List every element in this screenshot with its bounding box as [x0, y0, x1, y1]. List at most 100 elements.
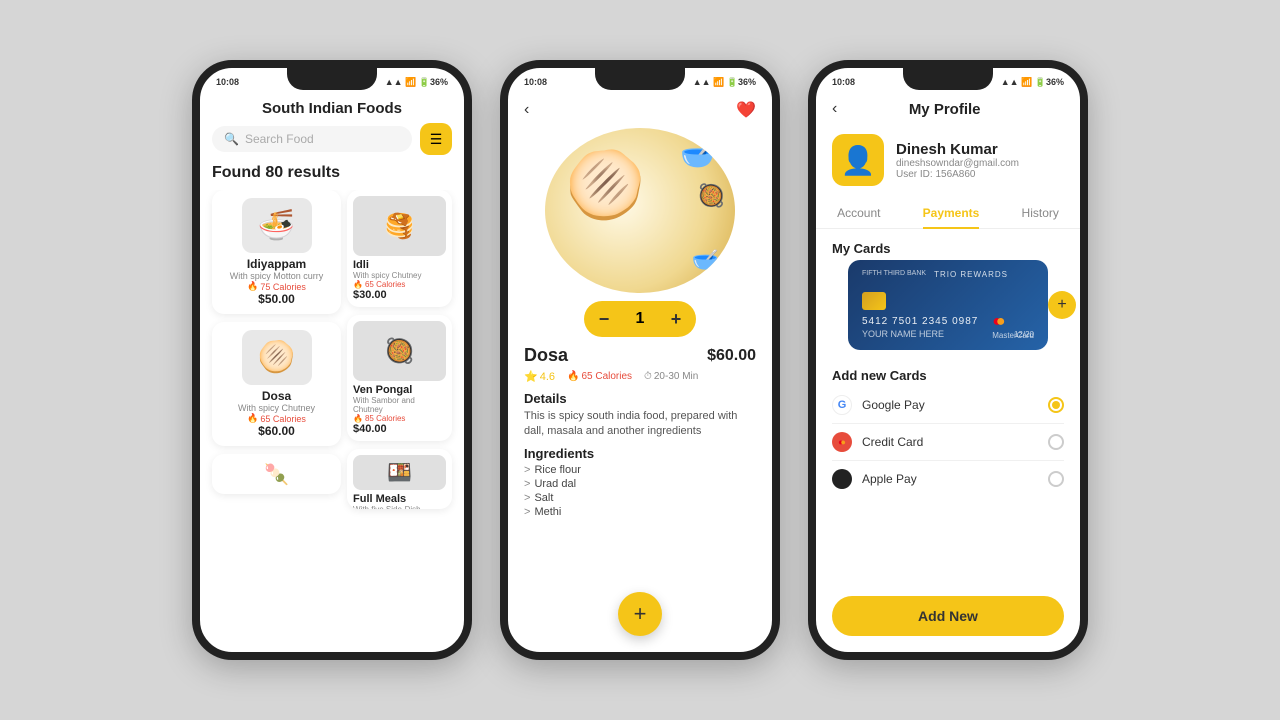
credit-card-radio[interactable] [1048, 434, 1064, 450]
tab-payments[interactable]: Payments [923, 198, 980, 228]
quantity-control: − 1 + [508, 301, 772, 337]
food-card-extra[interactable]: 🍡 [212, 454, 341, 494]
ingredients-list: Rice flour Urad dal Salt Methi [508, 464, 772, 518]
food-detail-image: 🫓 🥣 🥣 🥘 [545, 128, 735, 293]
food-sub-dosa: With spicy Chutney [238, 403, 315, 413]
user-info: Dinesh Kumar dineshsowndar@gmail.com Use… [896, 141, 1019, 180]
apple-pay-label: Apple Pay [862, 472, 1038, 486]
add-to-cart-fab[interactable]: + [618, 592, 662, 636]
phone2-content: ‹ ❤️ 🫓 🥣 🥣 🥘 − 1 + Dosa $60.00 ⭐ 4 [508, 92, 772, 652]
food-list-left: 🍜 Idiyappam With spicy Motton curry 🔥 75… [212, 190, 347, 620]
food-card-idiyappam[interactable]: 🍜 Idiyappam With spicy Motton curry 🔥 75… [212, 190, 341, 314]
card-badge-text: TRIO REWARDS [934, 270, 1008, 279]
phone3-content: ‹ My Profile 👤 Dinesh Kumar dineshsownda… [816, 92, 1080, 652]
card-chip-area [862, 292, 1034, 310]
filter-button[interactable]: ☰ [420, 123, 452, 155]
food-sub-meals: With five Side-Dish [353, 505, 446, 509]
phone1-content: South Indian Foods 🔍 Search Food ☰ Found… [200, 92, 464, 652]
phone-1: 10:08 ▲▲ 📶 🔋36% South Indian Foods 🔍 Sea… [192, 60, 472, 660]
favorite-button[interactable]: ❤️ [736, 100, 756, 120]
food-name-price-row: Dosa $60.00 [508, 345, 772, 366]
food-price-pongal: $40.00 [353, 423, 446, 435]
food-calories: 🔥 65 Calories [567, 371, 632, 382]
google-pay-label: Google Pay [862, 398, 1038, 412]
food-name-dosa: Dosa [262, 389, 291, 403]
food-price-idiyappam: $50.00 [258, 292, 295, 306]
ingredient-item-2: Urad dal [524, 478, 756, 490]
add-cards-title: Add new Cards [816, 360, 1080, 387]
chip-icon [862, 292, 886, 310]
ingredient-item-4: Methi [524, 506, 756, 518]
card-network-logo: ●● MasterCard [992, 313, 1034, 340]
google-pay-radio[interactable] [1048, 397, 1064, 413]
payment-item-apple[interactable]: Apple Pay [832, 461, 1064, 497]
filter-icon: ☰ [430, 131, 443, 148]
status-signal-3: ▲▲ 📶 🔋36% [1001, 77, 1064, 88]
status-time-2: 10:08 [524, 77, 547, 87]
notch-3 [903, 68, 993, 90]
ingredient-item-1: Rice flour [524, 464, 756, 476]
food-time: ⏱ 20-30 Min [644, 371, 698, 382]
card-wrapper: FIFTH THIRD BANK TRIO REWARDS 5412 7501 … [832, 260, 1064, 350]
food-details-text: This is spicy south india food, prepared… [508, 409, 772, 440]
food-sub-idiyappam: With spicy Motton curry [230, 271, 324, 281]
payment-item-credit[interactable]: ●● Credit Card [832, 424, 1064, 461]
notch-1 [287, 68, 377, 90]
user-avatar: 👤 [832, 134, 884, 186]
payment-item-google[interactable]: G Google Pay [832, 387, 1064, 424]
qty-plus-button[interactable]: + [660, 303, 692, 335]
status-signal-2: ▲▲ 📶 🔋36% [693, 77, 756, 88]
my-cards-title: My Cards [816, 233, 1080, 260]
ingredients-section-title: Ingredients [508, 446, 772, 461]
search-bar: 🔍 Search Food ☰ [200, 123, 464, 155]
details-section-title: Details [508, 391, 772, 406]
qty-minus-button[interactable]: − [588, 303, 620, 335]
add-new-button[interactable]: Add New [832, 596, 1064, 636]
food-price-dosa: $60.00 [258, 424, 295, 438]
tab-history[interactable]: History [1022, 198, 1059, 228]
card-holder-name: YOUR NAME HERE [862, 329, 944, 339]
phone-3: 10:08 ▲▲ 📶 🔋36% ‹ My Profile 👤 Dinesh Ku… [808, 60, 1088, 660]
add-card-button[interactable]: + [1048, 291, 1076, 319]
food-meta-row: ⭐ 4.6 🔥 65 Calories ⏱ 20-30 Min [508, 370, 772, 383]
search-input-box[interactable]: 🔍 Search Food [212, 126, 412, 152]
food-sub-pongal: With Sambor and Chutney [353, 396, 446, 414]
qty-display: 1 [620, 310, 660, 328]
food-image-idli: 🥞 [353, 196, 446, 256]
food-card-idli[interactable]: 🥞 Idli With spicy Chutney 🔥 65 Calories … [347, 190, 452, 307]
phone3-header: ‹ My Profile [816, 92, 1080, 126]
back-button[interactable]: ‹ [524, 101, 529, 119]
card-bottom: YOUR NAME HERE 12/20 ●● MasterCard [862, 329, 1034, 339]
food-card-dosa[interactable]: 🫓 Dosa With spicy Chutney 🔥 65 Calories … [212, 322, 341, 446]
food-name-idli: Idli [353, 259, 446, 271]
food-image-dosa: 🫓 [242, 330, 312, 385]
tab-account[interactable]: Account [837, 198, 880, 228]
apple-pay-icon [832, 469, 852, 489]
food-detail-price: $60.00 [707, 347, 756, 365]
user-name: Dinesh Kumar [896, 141, 1019, 158]
credit-card-display: FIFTH THIRD BANK TRIO REWARDS 5412 7501 … [848, 260, 1048, 350]
food-list-body: 🍜 Idiyappam With spicy Motton curry 🔥 75… [200, 190, 464, 620]
apple-pay-radio[interactable] [1048, 471, 1064, 487]
food-rating: ⭐ 4.6 [524, 370, 555, 383]
food-price-idli: $30.00 [353, 289, 446, 301]
qty-wrapper: − 1 + [584, 301, 696, 337]
food-cal-idli: 🔥 65 Calories [353, 280, 446, 289]
credit-card-label: Credit Card [862, 435, 1038, 449]
search-icon: 🔍 [224, 132, 239, 146]
food-list-right: 🥞 Idli With spicy Chutney 🔥 65 Calories … [347, 190, 452, 620]
food-name-idiyappam: Idiyappam [247, 257, 306, 271]
search-placeholder: Search Food [245, 132, 314, 146]
status-time-1: 10:08 [216, 77, 239, 87]
profile-tabs: Account Payments History [816, 198, 1080, 229]
phone2-header: ‹ ❤️ [508, 92, 772, 128]
payment-options-list: G Google Pay ●● Credit Card Apple Pay [816, 387, 1080, 497]
profile-section: 👤 Dinesh Kumar dineshsowndar@gmail.com U… [816, 126, 1080, 194]
food-name-pongal: Ven Pongal [353, 384, 446, 396]
food-card-pongal[interactable]: 🥘 Ven Pongal With Sambor and Chutney 🔥 8… [347, 315, 452, 441]
food-sub-idli: With spicy Chutney [353, 271, 446, 280]
food-card-meals[interactable]: 🍱 Full Meals With five Side-Dish [347, 449, 452, 509]
food-detail-name: Dosa [524, 345, 568, 366]
results-count: Found 80 results [200, 163, 464, 182]
food-cal-idiyappam: 🔥 75 Calories [247, 281, 306, 292]
